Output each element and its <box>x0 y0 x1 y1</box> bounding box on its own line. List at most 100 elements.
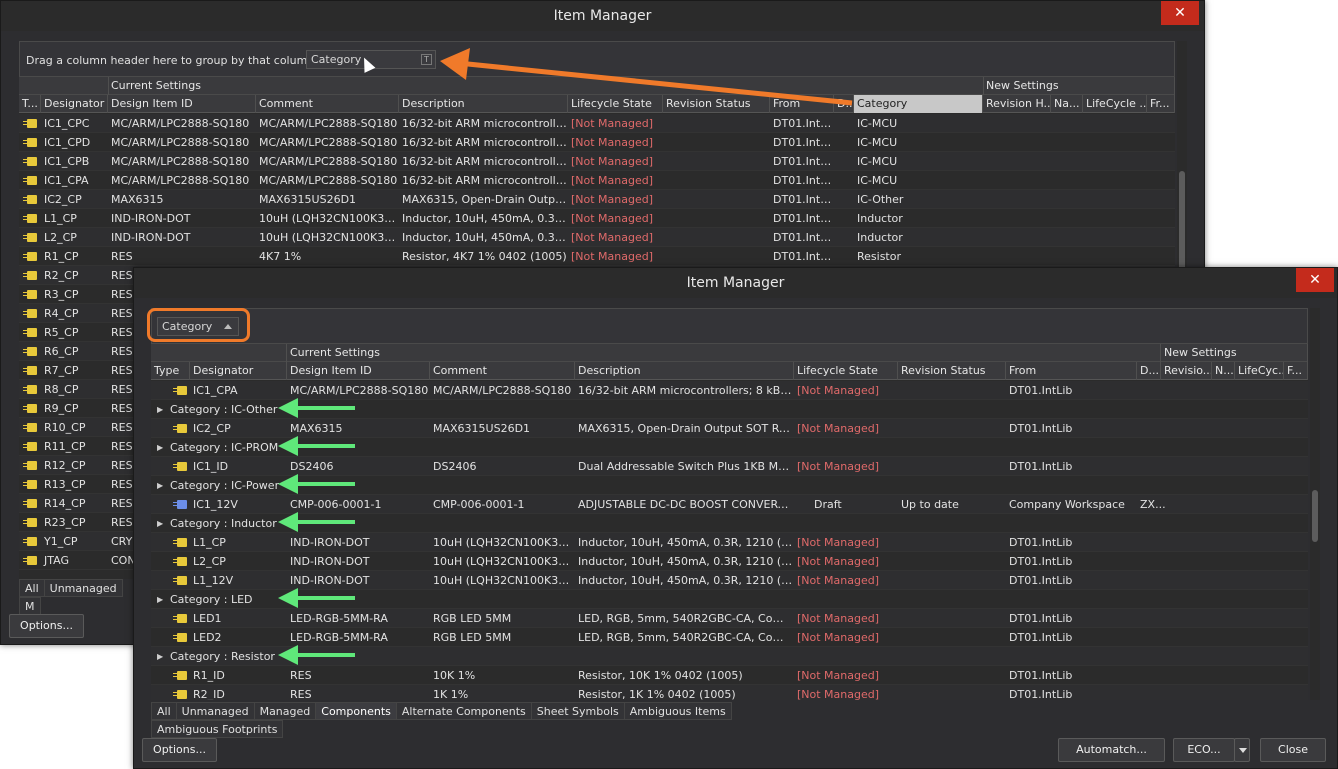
component-icon <box>173 614 187 623</box>
table-row[interactable]: LED2 LED-RGB-5MM-RA RGB LED 5MM LED, RGB, 5… <box>151 628 1308 647</box>
front-tab-sheet-symbols[interactable]: Sheet Symbols <box>530 702 625 720</box>
component-icon <box>173 576 187 585</box>
expand-triangle-icon[interactable]: ▶ <box>157 400 163 419</box>
table-row[interactable]: R1_CP RES 4K7 1% Resistor, 4K7 1% 0402 (100… <box>19 247 1175 266</box>
back-col-category[interactable]: Category <box>854 95 983 113</box>
front-tab-components[interactable]: Components <box>315 702 397 720</box>
back-tab-m[interactable]: M <box>19 597 41 615</box>
back-col-design-item-id[interactable]: Design Item ID <box>108 95 256 113</box>
front-col-f[interactable]: F... <box>1284 362 1308 380</box>
back-col-revision-h[interactable]: Revision H... <box>983 95 1051 113</box>
cell-from: DT01.IntLib <box>1009 555 1073 568</box>
front-vertical-scrollbar[interactable] <box>1310 308 1320 700</box>
front-col-type[interactable]: Type <box>151 362 190 380</box>
cell-des: IC1_CPA <box>193 384 238 397</box>
table-row[interactable]: L2_CP IND-IRON-DOT 10uH (LQH32CN100K33L) In… <box>19 228 1175 247</box>
front-group-by-area[interactable]: Category <box>151 308 1308 344</box>
expand-triangle-icon[interactable]: ▶ <box>157 590 163 609</box>
expand-triangle-icon[interactable]: ▶ <box>157 514 163 533</box>
back-col-na[interactable]: Na... <box>1051 95 1083 113</box>
front-options-button[interactable]: Options... <box>142 738 217 762</box>
front-col-lifecycle[interactable]: LifeCyc... <box>1235 362 1284 380</box>
back-col-description[interactable]: Description <box>399 95 568 113</box>
group-label: Category : IC-PROM <box>170 441 279 454</box>
table-row[interactable]: IC1_CPC MC/ARM/LPC2888-SQ180 MC/ARM/LPC288… <box>19 114 1175 133</box>
table-row[interactable]: L1_12V IND-IRON-DOT 10uH (LQH32CN100K33L) I… <box>151 571 1308 590</box>
table-row[interactable]: IC1_CPA MC/ARM/LPC2888-SQ180 MC/ARM/LPC288… <box>151 381 1308 400</box>
front-col-comment[interactable]: Comment <box>430 362 575 380</box>
eco-button[interactable]: ECO... <box>1173 738 1235 762</box>
table-row[interactable]: IC1_CPD MC/ARM/LPC2888-SQ180 MC/ARM/LPC288… <box>19 133 1175 152</box>
table-row[interactable]: IC2_CP MAX6315 MAX6315US26D1 MAX6315, Open-… <box>151 419 1308 438</box>
front-tab-alternate-components[interactable]: Alternate Components <box>395 702 532 720</box>
table-row[interactable]: IC1_CPB MC/ARM/LPC2888-SQ180 MC/ARM/LPC288… <box>19 152 1175 171</box>
table-row[interactable]: L1_CP IND-IRON-DOT 10uH (LQH32CN100K33L) In… <box>151 533 1308 552</box>
expand-triangle-icon[interactable]: ▶ <box>157 476 163 495</box>
cell-comment: RGB LED 5MM <box>433 612 512 625</box>
back-col-d[interactable]: D... <box>834 95 854 113</box>
cell-des: R11_CP <box>44 440 86 453</box>
front-col-n[interactable]: N... <box>1212 362 1235 380</box>
automatch-button[interactable]: Automatch... <box>1058 738 1165 762</box>
close-button[interactable]: Close <box>1260 738 1326 762</box>
component-icon <box>173 424 187 433</box>
front-tab-managed[interactable]: Managed <box>253 702 317 720</box>
expand-triangle-icon[interactable]: ▶ <box>157 438 163 457</box>
group-row[interactable]: ▶ Category : Inductor <box>151 514 1308 533</box>
cell-from: DT01.IntLib <box>1009 536 1073 549</box>
front-col-description[interactable]: Description <box>575 362 794 380</box>
back-tab-all[interactable]: All <box>19 579 45 597</box>
front-col-lifecycle-state[interactable]: Lifecycle State <box>794 362 898 380</box>
cell-rev <box>898 457 1006 476</box>
front-close-icon[interactable]: ✕ <box>1296 268 1334 292</box>
front-tab-ambiguous-items[interactable]: Ambiguous Items <box>623 702 732 720</box>
table-row[interactable]: R1_ID RES 10K 1% Resistor, 10K 1% 0402 (100… <box>151 666 1308 685</box>
cell-desc: 16/32-bit ARM microcontroller... <box>402 117 568 130</box>
back-col-lifecycle[interactable]: LifeCycle ... <box>1083 95 1147 113</box>
table-row[interactable]: R2_ID RES 1K 1% Resistor, 1K 1% 0402 (1005)… <box>151 685 1308 700</box>
back-col-designator[interactable]: Designator <box>41 95 108 113</box>
table-row[interactable]: IC1_CPA MC/ARM/LPC2888-SQ180 MC/ARM/LPC288… <box>19 171 1175 190</box>
cell-comment: 4K7 1% <box>259 250 302 263</box>
front-col-d[interactable]: D... <box>1137 362 1161 380</box>
cell-desc: 16/32-bit ARM microcontroller... <box>402 136 568 149</box>
table-row[interactable]: LED1 LED-RGB-5MM-RA RGB LED 5MM LED, RGB, 5… <box>151 609 1308 628</box>
back-col-revision-status[interactable]: Revision Status <box>663 95 770 113</box>
back-group-by-area[interactable]: Drag a column header here to group by th… <box>19 41 1175 77</box>
front-col-revision[interactable]: Revisio... <box>1161 362 1212 380</box>
back-col-type[interactable]: T... <box>19 95 41 113</box>
back-tab-unmanaged[interactable]: Unmanaged <box>43 579 123 597</box>
cell-des: IC1_ID <box>193 460 229 473</box>
table-row[interactable]: L2_CP IND-IRON-DOT 10uH (LQH32CN100K33L) In… <box>151 552 1308 571</box>
front-scroll-thumb[interactable] <box>1312 490 1318 542</box>
back-col-fr[interactable]: Fr... <box>1147 95 1175 113</box>
group-row[interactable]: ▶ Category : IC-Other <box>151 400 1308 419</box>
front-tab-ambiguous-footprints[interactable]: Ambiguous Footprints <box>151 720 284 738</box>
front-col-designator[interactable]: Designator <box>190 362 287 380</box>
expand-triangle-icon[interactable]: ▶ <box>157 647 163 666</box>
back-col-from[interactable]: From <box>770 95 834 113</box>
group-row[interactable]: ▶ Category : IC-PROM <box>151 438 1308 457</box>
table-row[interactable]: IC1_12V CMP-006-0001-1 CMP-006-0001-1 ADJUS… <box>151 495 1308 514</box>
front-col-design-item-id[interactable]: Design Item ID <box>287 362 430 380</box>
group-row[interactable]: ▶ Category : LED <box>151 590 1308 609</box>
table-row[interactable]: IC2_CP MAX6315 MAX6315US26D1 MAX6315, Open-… <box>19 190 1175 209</box>
back-options-button[interactable]: Options... <box>9 614 84 638</box>
table-row[interactable]: L1_CP IND-IRON-DOT 10uH (LQH32CN100K33L) In… <box>19 209 1175 228</box>
cell-des: IC1_CPC <box>44 117 90 130</box>
front-col-revision-status[interactable]: Revision Status <box>898 362 1006 380</box>
back-close-icon[interactable]: ✕ <box>1161 1 1199 25</box>
back-scroll-thumb[interactable] <box>1179 171 1185 281</box>
table-row[interactable]: IC1_ID DS2406 DS2406 Dual Addressable Switc… <box>151 457 1308 476</box>
back-col-lifecycle-state[interactable]: Lifecycle State <box>568 95 663 113</box>
back-band-spacer <box>19 77 109 95</box>
front-tab-unmanaged[interactable]: Unmanaged <box>175 702 255 720</box>
cell-id: IND-IRON-DOT <box>111 212 191 225</box>
back-col-comment[interactable]: Comment <box>256 95 399 113</box>
group-row[interactable]: ▶ Category : IC-Power <box>151 476 1308 495</box>
cell-comment: MC/ARM/LPC2888-SQ180 <box>259 174 398 187</box>
eco-dropdown-button[interactable] <box>1234 738 1250 762</box>
front-tab-all[interactable]: All <box>151 702 177 720</box>
group-row[interactable]: ▶ Category : Resistor <box>151 647 1308 666</box>
front-col-from[interactable]: From <box>1006 362 1137 380</box>
